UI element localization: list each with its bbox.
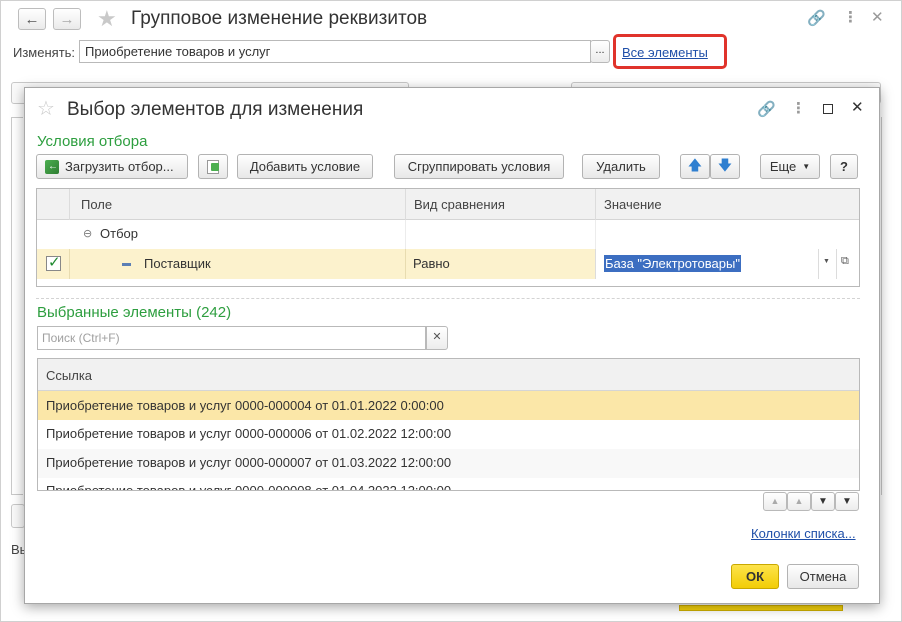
scroll-down-button[interactable]: ▼ — [811, 492, 835, 511]
scroll-up-button[interactable]: ▲ — [787, 492, 811, 511]
list-item[interactable]: Приобретение товаров и услуг 0000-000006… — [38, 420, 859, 449]
help-button[interactable]: ? — [830, 154, 858, 179]
list-item-text: Приобретение товаров и услуг 0000-000008… — [46, 483, 452, 491]
elements-list: Ссылка Приобретение товаров и услуг 0000… — [37, 358, 860, 491]
more-icon[interactable]: ⋮ — [791, 99, 806, 117]
dialog-title: Выбор элементов для изменения — [67, 99, 364, 120]
clear-search-button[interactable]: ✕ — [426, 326, 448, 350]
background-button — [11, 504, 25, 528]
more-icon[interactable]: ⋮ — [843, 8, 858, 26]
list-item[interactable]: Приобретение товаров и услуг 0000-000007… — [38, 449, 859, 478]
save-filter-button[interactable] — [198, 154, 228, 179]
search-placeholder: Поиск (Ctrl+F) — [42, 331, 120, 345]
condition-checkbox[interactable]: ✓ — [46, 254, 61, 271]
maximize-icon[interactable] — [823, 104, 833, 114]
column-value[interactable]: Значение — [604, 197, 662, 212]
clear-icon: ✕ — [432, 331, 442, 343]
condition-field: Поставщик — [144, 256, 211, 271]
condition-comparison: Равно — [413, 256, 450, 271]
select-elements-dialog: ☆ Выбор элементов для изменения 🔗 ⋮ ✕ Ус… — [24, 87, 880, 604]
change-object-field[interactable]: Приобретение товаров и услуг — [79, 40, 591, 63]
list-columns-link[interactable]: Колонки списка... — [751, 526, 856, 541]
close-icon[interactable]: ✕ — [871, 8, 884, 26]
search-input[interactable]: Поиск (Ctrl+F) — [37, 326, 426, 350]
list-item[interactable]: Приобретение товаров и услуг 0000-000004… — [38, 391, 859, 420]
delete-button[interactable]: Удалить — [582, 154, 660, 179]
filter-table: Поле Вид сравнения Значение ⊖ Отбор ✓ По… — [36, 188, 860, 287]
favorite-star-icon[interactable]: ☆ — [37, 98, 55, 120]
selected-section-title: Выбранные элементы (242) — [37, 304, 232, 321]
ok-button[interactable]: ОК — [731, 564, 779, 589]
background-panel — [11, 117, 23, 495]
load-filter-icon: ← — [45, 159, 59, 174]
arrow-down-icon: 🡇 — [717, 156, 733, 173]
change-label: Изменять: — [13, 45, 76, 60]
cancel-button[interactable]: Отмена — [787, 564, 859, 589]
add-condition-button[interactable]: Добавить условие — [237, 154, 373, 179]
load-filter-label: Загрузить отбор... — [65, 159, 174, 174]
filter-table-header: Поле Вид сравнения Значение — [37, 189, 859, 220]
all-elements-link[interactable]: Все элементы — [622, 45, 708, 60]
scroll-top-icon: ▲ — [770, 496, 780, 506]
condition-value-field[interactable]: База "Электротовары" ▼ ⧉ — [595, 249, 859, 279]
forward-button[interactable]: → — [53, 8, 81, 30]
close-icon[interactable]: ✕ — [851, 98, 864, 116]
scroll-down-icon: ▼ — [818, 496, 828, 507]
group-conditions-button[interactable]: Сгруппировать условия — [394, 154, 564, 179]
filter-condition-row[interactable]: ✓ Поставщик Равно База "Электротовары" ▼… — [37, 249, 859, 279]
separator — [36, 298, 860, 299]
scroll-up-icon: ▲ — [794, 496, 804, 506]
dash-icon — [122, 263, 131, 266]
background-panel-edge — [881, 117, 882, 495]
more-menu-label: Еще — [769, 159, 797, 174]
column-link: Ссылка — [46, 368, 93, 383]
column-field[interactable]: Поле — [81, 197, 112, 212]
scroll-top-button[interactable]: ▲ — [763, 492, 787, 511]
list-header[interactable]: Ссылка — [38, 359, 859, 391]
checkmark-icon: ✓ — [48, 254, 61, 271]
chevron-down-icon: ▼ — [802, 162, 811, 171]
scroll-bottom-button[interactable]: ▼ — [835, 492, 859, 511]
window-title: Групповое изменение реквизитов — [131, 8, 428, 29]
filter-section-title: Условия отбора — [37, 133, 148, 150]
move-up-button[interactable]: 🡅 — [680, 154, 710, 179]
background-ok-button — [679, 605, 843, 611]
filter-group-row[interactable]: ⊖ Отбор — [37, 220, 859, 249]
list-item-text: Приобретение товаров и услуг 0000-000004… — [46, 398, 444, 413]
link-icon[interactable]: 🔗 — [807, 9, 826, 27]
arrow-left-icon: ← — [24, 10, 40, 28]
open-icon[interactable]: ⧉ — [841, 255, 849, 268]
list-item[interactable]: Приобретение товаров и услуг 0000-000008… — [38, 478, 859, 491]
save-filter-icon — [207, 159, 219, 174]
back-button[interactable]: ← — [18, 8, 46, 30]
favorite-star-icon[interactable]: ★ — [97, 8, 117, 30]
condition-value: База "Электротовары" — [604, 255, 741, 272]
scroll-bottom-icon: ▼ — [842, 496, 852, 507]
link-icon[interactable]: 🔗 — [757, 100, 776, 118]
select-button[interactable]: ... — [590, 40, 610, 63]
list-item-text: Приобретение товаров и услуг 0000-000006… — [46, 426, 452, 441]
column-comparison[interactable]: Вид сравнения — [414, 197, 505, 212]
chevron-down-icon[interactable]: ▼ — [823, 258, 830, 265]
load-filter-button[interactable]: ← Загрузить отбор... — [36, 154, 188, 179]
group-label: Отбор — [100, 226, 138, 241]
arrow-up-icon: 🡅 — [687, 156, 703, 173]
move-down-button[interactable]: 🡇 — [710, 154, 740, 179]
list-item-text: Приобретение товаров и услуг 0000-000007… — [46, 455, 452, 470]
collapse-icon[interactable]: ⊖ — [83, 227, 92, 240]
more-menu-button[interactable]: Еще ▼ — [760, 154, 820, 179]
arrow-right-icon: → — [59, 10, 75, 28]
